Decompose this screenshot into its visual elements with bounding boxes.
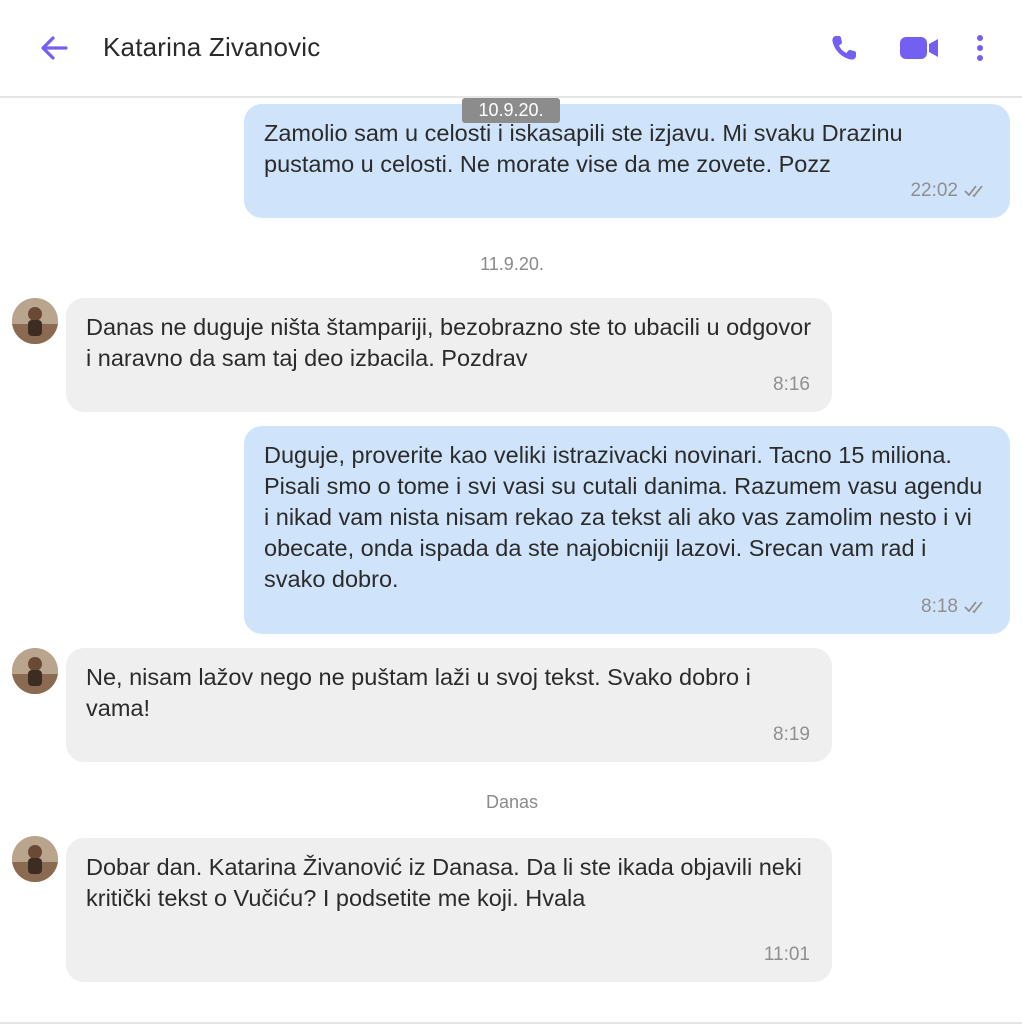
- message-bubble-incoming[interactable]: Dobar dan. Katarina Živanović iz Danasa.…: [66, 838, 832, 982]
- avatar[interactable]: [12, 648, 58, 694]
- message-time: 8:19: [773, 724, 810, 745]
- message-time: 22:02: [910, 180, 958, 201]
- message-text: Danas ne duguje ništa štampariji, bezobr…: [86, 314, 812, 371]
- message-meta: 8:18: [921, 591, 988, 622]
- back-arrow-icon[interactable]: [36, 30, 72, 66]
- avatar-photo-icon: [12, 648, 58, 694]
- message-meta: 8:19: [773, 719, 810, 750]
- message-time: 8:16: [773, 374, 810, 395]
- more-vertical-icon[interactable]: [962, 30, 998, 66]
- phone-icon[interactable]: [826, 30, 862, 66]
- message-time: 8:18: [921, 596, 958, 617]
- date-chip: 10.9.20.: [462, 98, 560, 123]
- double-check-icon: [964, 600, 983, 613]
- message-text: Duguje, proverite kao veliki istrazivack…: [264, 442, 983, 592]
- double-check-icon: [964, 184, 983, 197]
- message-meta: 22:02: [910, 175, 988, 206]
- chat-header: Katarina Zivanovic: [0, 0, 1022, 98]
- message-meta: 11:01: [764, 939, 810, 970]
- date-separator: Danas: [485, 792, 539, 812]
- message-bubble-outgoing[interactable]: Zamolio sam u celosti i iskasapili ste i…: [244, 104, 1010, 218]
- avatar[interactable]: [12, 298, 58, 344]
- message-time: 11:01: [763, 944, 810, 965]
- contact-name[interactable]: Katarina Zivanovic: [103, 32, 320, 63]
- message-text: Ne, nisam lažov nego ne puštam laži u sv…: [86, 664, 751, 721]
- message-bubble-incoming[interactable]: Ne, nisam lažov nego ne puštam laži u sv…: [66, 648, 832, 762]
- avatar-photo-icon: [12, 836, 58, 882]
- avatar[interactable]: [12, 836, 58, 882]
- avatar-photo-icon: [12, 298, 58, 344]
- date-separator: 11.9.20.: [480, 254, 544, 274]
- message-bubble-outgoing[interactable]: Duguje, proverite kao veliki istrazivack…: [244, 426, 1010, 634]
- message-text: Zamolio sam u celosti i iskasapili ste i…: [264, 120, 903, 177]
- message-meta: 8:16: [773, 369, 810, 400]
- video-call-icon[interactable]: [897, 30, 941, 66]
- message-bubble-incoming[interactable]: Danas ne duguje ništa štampariji, bezobr…: [66, 298, 832, 412]
- message-list[interactable]: Zamolio sam u celosti i iskasapili ste i…: [0, 98, 1022, 1024]
- message-text: Dobar dan. Katarina Živanović iz Danasa.…: [86, 854, 802, 911]
